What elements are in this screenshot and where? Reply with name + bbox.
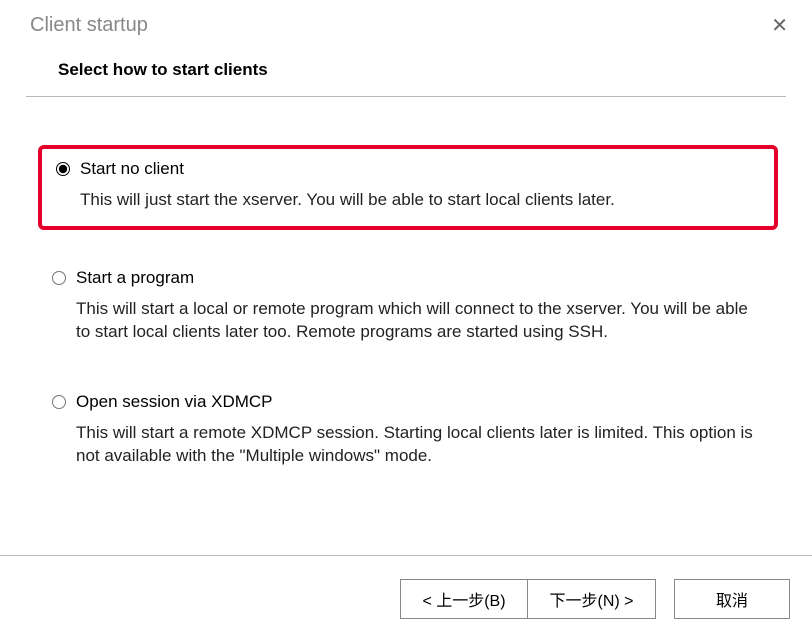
option-start-a-program[interactable]: Start a program This will start a local … [38,258,778,354]
back-button[interactable]: < 上一步(B) [400,579,528,619]
footer-divider [0,555,812,556]
dialog-content: Select how to start clients Start no cli… [0,42,812,478]
radio-start-a-program[interactable] [52,271,66,285]
window-title: Client startup [30,14,148,37]
option-description: This will start a remote XDMCP session. … [52,422,760,468]
option-description: This will just start the xserver. You wi… [56,189,756,212]
cancel-button[interactable]: 取消 [674,579,790,619]
dialog-window: Client startup ✕ Select how to start cli… [0,0,812,641]
option-label[interactable]: Open session via XDMCP [76,392,273,412]
radio-start-no-client[interactable] [56,162,70,176]
radio-open-session-xdmcp[interactable] [52,395,66,409]
option-label[interactable]: Start a program [76,268,194,288]
wizard-button-bar: < 上一步(B) 下一步(N) > 取消 [400,579,790,619]
option-label[interactable]: Start no client [80,159,184,179]
next-button[interactable]: 下一步(N) > [528,579,656,619]
option-start-no-client[interactable]: Start no client This will just start the… [38,145,778,230]
close-icon[interactable]: ✕ [763,9,796,42]
title-bar: Client startup ✕ [0,0,812,42]
page-title: Select how to start clients [58,60,776,80]
dialog-header: Select how to start clients [26,42,786,96]
option-description: This will start a local or remote progra… [52,298,760,344]
options-group: Start no client This will just start the… [26,145,786,478]
option-open-session-xdmcp[interactable]: Open session via XDMCP This will start a… [38,382,778,478]
header-divider [26,96,786,97]
